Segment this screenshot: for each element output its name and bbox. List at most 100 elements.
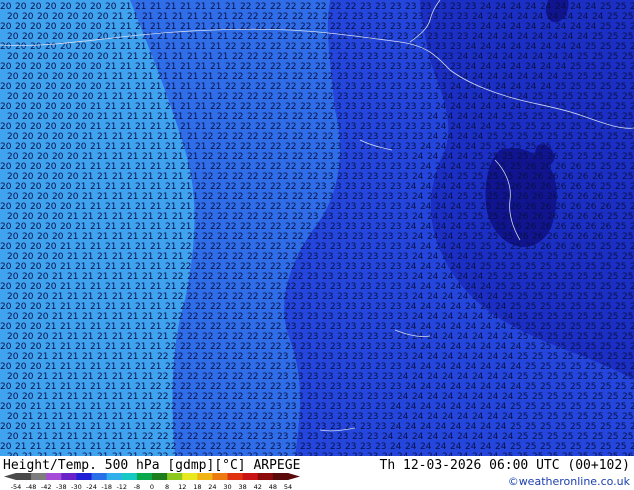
height-value-label: 22	[270, 102, 281, 112]
height-value-label: 23	[345, 162, 356, 172]
height-value-label: 20	[45, 62, 57, 72]
height-value-label: 22	[157, 392, 168, 402]
height-value-label: 22	[300, 2, 311, 12]
height-value-label: 21	[142, 152, 153, 162]
height-value-label: 25	[555, 142, 566, 152]
height-value-label: 21	[105, 302, 116, 312]
height-value-label: 24	[420, 302, 432, 312]
height-value-label: 25	[622, 52, 633, 62]
height-value-label: 20	[7, 372, 19, 382]
height-value-label: 23	[390, 382, 401, 392]
height-value-label: 22	[307, 72, 318, 82]
height-value-label: 23	[322, 152, 333, 162]
height-value-label: 22	[277, 292, 288, 302]
height-value-label: 23	[352, 372, 363, 382]
height-value-label: 25	[600, 402, 611, 412]
height-value-label: 22	[345, 2, 356, 12]
height-value-label: 23	[360, 142, 371, 152]
height-value-label: 20	[30, 242, 42, 252]
height-value-label: 25	[532, 112, 543, 122]
height-value-label: 22	[180, 382, 191, 392]
height-value-label: 23	[420, 122, 431, 132]
height-value-label: 25	[592, 312, 603, 322]
height-value-label: 25	[615, 342, 626, 352]
height-value-label: 23	[367, 312, 378, 322]
height-value-label: 24	[420, 142, 432, 152]
height-value-label: 22	[247, 292, 258, 302]
height-value-label: 23	[337, 252, 348, 262]
height-value-label: 21	[157, 212, 168, 222]
height-value-label: 24	[427, 412, 439, 422]
height-value-label: 23	[315, 302, 326, 312]
height-value-label: 24	[487, 432, 499, 442]
height-value-label: 21	[82, 172, 93, 182]
height-value-label: 22	[285, 82, 296, 92]
height-value-label: 21	[90, 202, 101, 212]
height-value-label: 20	[0, 42, 12, 52]
height-value-label: 21	[120, 202, 131, 212]
height-value-label: 21	[97, 272, 108, 282]
height-value-label: 21	[45, 322, 56, 332]
height-value-label: 20	[37, 252, 49, 262]
height-value-label: 21	[135, 442, 146, 452]
height-value-label: 24	[480, 382, 492, 392]
height-value-label: 24	[450, 82, 462, 92]
height-value-label: 23	[285, 342, 296, 352]
height-value-label: 25	[495, 282, 506, 292]
height-value-label: 24	[412, 192, 424, 202]
height-value-label: 22	[247, 112, 258, 122]
height-value-label: 23	[315, 402, 326, 412]
height-value-label: 23	[277, 392, 288, 402]
height-value-label: 21	[210, 22, 221, 32]
height-value-label: 21	[82, 372, 93, 382]
height-value-label: 20	[22, 312, 34, 322]
height-value-label: 21	[120, 42, 131, 52]
height-value-label: 22	[300, 142, 311, 152]
height-value-label: 23	[397, 192, 408, 202]
height-value-label: 26	[547, 152, 559, 162]
height-value-label: 24	[457, 112, 469, 122]
height-value-label: 25	[592, 32, 603, 42]
height-value-label: 24	[405, 402, 417, 412]
height-value-label: 23	[337, 272, 348, 282]
height-value-label: 20	[30, 262, 42, 272]
height-value-label: 24	[412, 252, 424, 262]
height-value-label: 21	[135, 362, 146, 372]
height-value-label: 23	[397, 232, 408, 242]
height-value-label: 23	[382, 12, 393, 22]
height-value-label: 22	[210, 382, 221, 392]
height-value-label: 21	[75, 242, 86, 252]
height-value-label: 23	[390, 82, 401, 92]
height-value-label: 22	[217, 432, 228, 442]
height-value-label: 25	[577, 312, 588, 322]
height-value-label: 21	[67, 272, 78, 282]
map-footer: Height/Temp. 500 hPa [gdmp][°C] ARPEGE T…	[0, 456, 634, 490]
height-value-label: 20	[45, 162, 57, 172]
height-value-label: 22	[300, 82, 311, 92]
height-value-label: 20	[15, 202, 27, 212]
height-value-label: 21	[75, 362, 86, 372]
height-value-label: 22	[255, 362, 266, 372]
height-value-label: 22	[247, 392, 258, 402]
height-value-label: 25	[592, 92, 603, 102]
height-value-label: 21	[82, 392, 93, 402]
height-value-label: 24	[487, 52, 499, 62]
height-value-label: 21	[82, 292, 93, 302]
height-value-label: 23	[367, 152, 378, 162]
height-value-label: 24	[495, 422, 507, 432]
height-value-label: 24	[480, 102, 492, 112]
height-value-label: 23	[367, 212, 378, 222]
height-value-label: 21	[112, 372, 123, 382]
height-value-label: 21	[112, 252, 123, 262]
height-value-label: 22	[232, 152, 243, 162]
height-value-label: 22	[292, 212, 303, 222]
height-value-label: 24	[585, 2, 597, 12]
height-value-label: 21	[135, 202, 146, 212]
height-value-label: 25	[570, 282, 581, 292]
height-value-label: 22	[240, 262, 251, 272]
height-value-label: 25	[570, 62, 581, 72]
height-value-label: 25	[585, 242, 596, 252]
height-value-label: 25	[547, 332, 558, 342]
height-value-label: 25	[540, 302, 551, 312]
height-value-label: 25	[547, 252, 558, 262]
